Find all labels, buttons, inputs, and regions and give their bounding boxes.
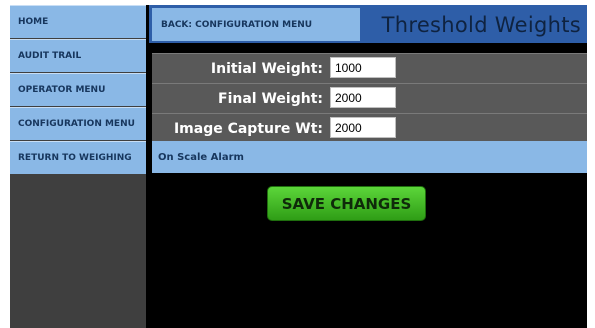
- image-capture-weight-row: Image Capture Wt:: [152, 113, 587, 143]
- sidebar-item-return-to-weighing[interactable]: RETURN TO WEIGHING: [10, 141, 146, 174]
- on-scale-alarm-label: On Scale Alarm: [158, 151, 244, 163]
- sidebar: HOME AUDIT TRAIL OPERATOR MENU CONFIGURA…: [10, 5, 146, 328]
- final-weight-label: Final Weight:: [218, 90, 323, 107]
- final-weight-row: Final Weight:: [152, 83, 587, 113]
- final-weight-input[interactable]: [330, 87, 396, 108]
- sidebar-item-operator-menu[interactable]: OPERATOR MENU: [10, 73, 146, 106]
- app-frame: HOME AUDIT TRAIL OPERATOR MENU CONFIGURA…: [10, 5, 587, 328]
- header-bar: BACK: CONFIGURATION MENU Threshold Weigh…: [149, 5, 587, 43]
- page-title: Threshold Weights: [381, 13, 581, 37]
- sidebar-item-label: CONFIGURATION MENU: [18, 119, 135, 129]
- initial-weight-label: Initial Weight:: [210, 60, 323, 77]
- image-capture-weight-input[interactable]: [330, 117, 396, 138]
- save-changes-button[interactable]: SAVE CHANGES: [267, 186, 426, 221]
- initial-weight-row: Initial Weight:: [152, 53, 587, 83]
- save-changes-label: SAVE CHANGES: [281, 194, 412, 213]
- sidebar-item-label: AUDIT TRAIL: [18, 51, 82, 61]
- sidebar-item-label: HOME: [18, 17, 49, 27]
- sidebar-item-label: OPERATOR MENU: [18, 85, 106, 95]
- on-scale-alarm-bar[interactable]: On Scale Alarm: [152, 141, 587, 173]
- image-capture-weight-label: Image Capture Wt:: [173, 120, 323, 137]
- sidebar-item-audit-trail[interactable]: AUDIT TRAIL: [10, 39, 146, 72]
- sidebar-item-configuration-menu[interactable]: CONFIGURATION MENU: [10, 107, 146, 140]
- initial-weight-input[interactable]: [330, 57, 396, 78]
- sidebar-item-label: RETURN TO WEIGHING: [18, 153, 132, 163]
- back-button[interactable]: BACK: CONFIGURATION MENU: [152, 8, 360, 41]
- main-panel: BACK: CONFIGURATION MENU Threshold Weigh…: [149, 5, 587, 328]
- sidebar-item-home[interactable]: HOME: [10, 5, 146, 38]
- back-button-label: BACK: CONFIGURATION MENU: [161, 19, 313, 30]
